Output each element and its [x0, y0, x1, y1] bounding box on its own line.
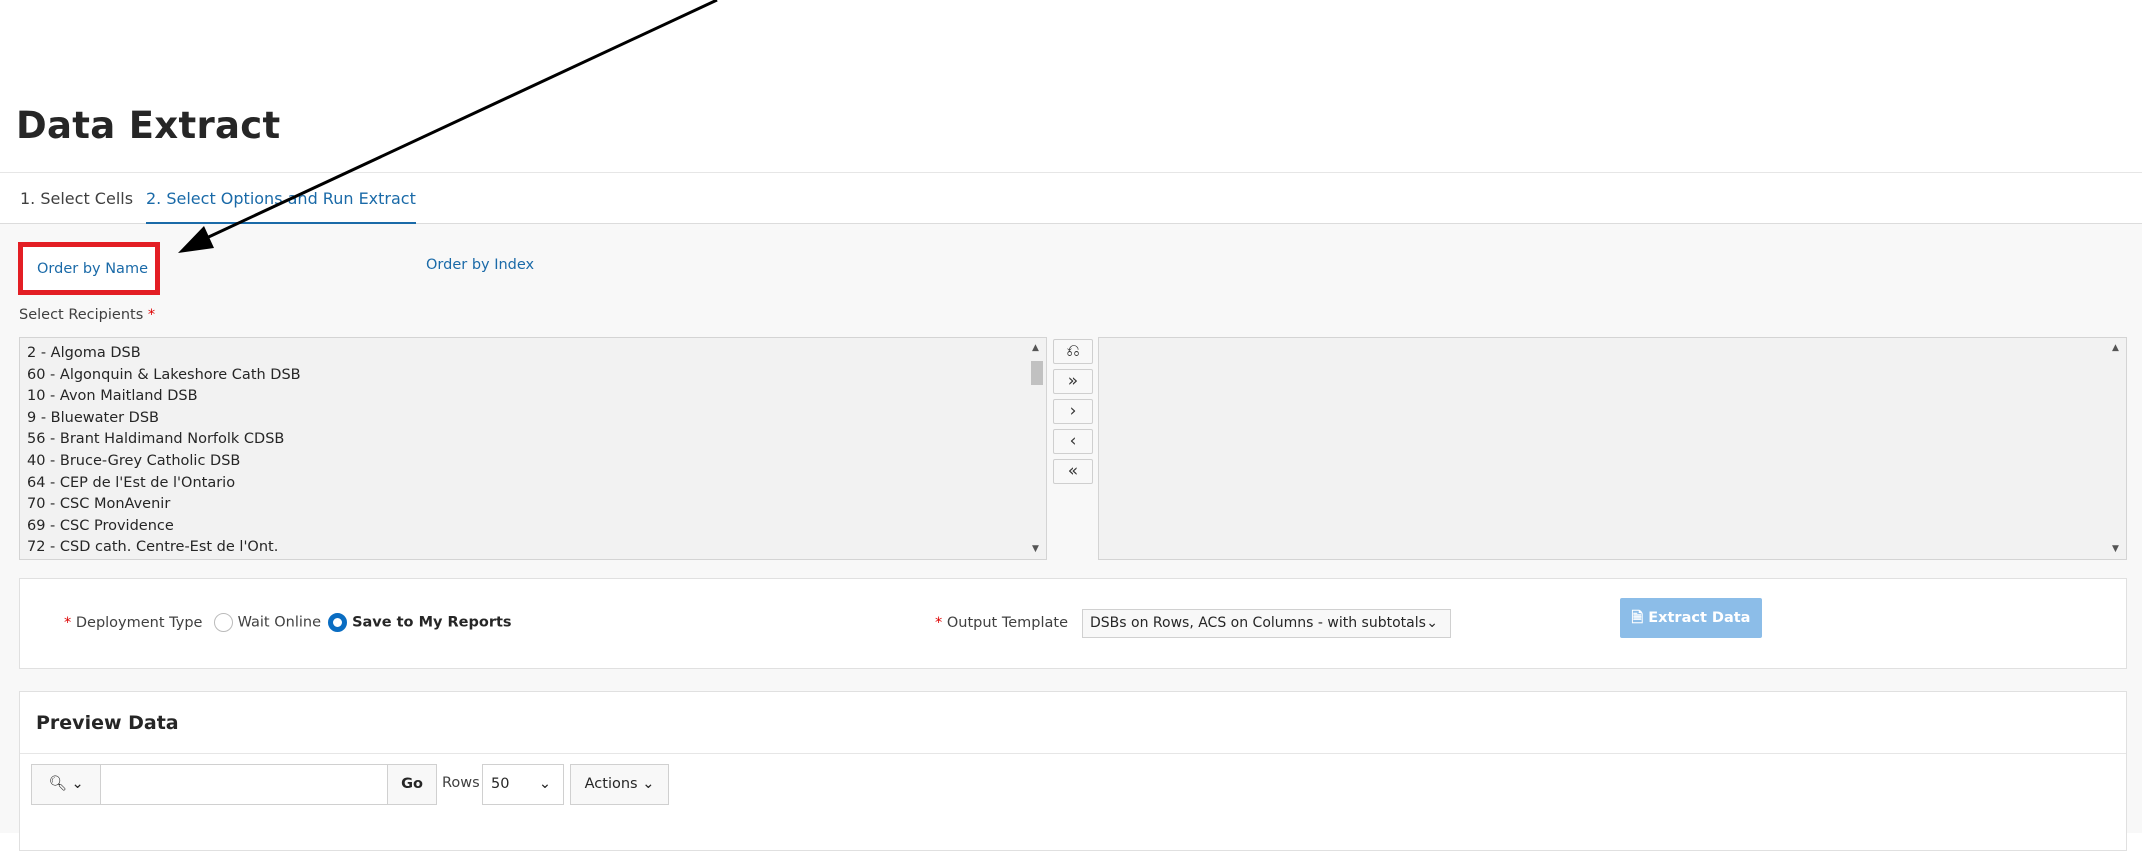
scrollbar[interactable]: ▲ ▼ [2109, 339, 2125, 558]
radio-label: Wait Online [237, 614, 321, 631]
deployment-type-text: Deployment Type [75, 615, 203, 631]
list-item[interactable]: 70 - CSC MonAvenir [27, 494, 1046, 516]
radio-label: Save to My Reports [352, 614, 512, 631]
actions-menu-button[interactable]: Actions ⌄ [570, 764, 669, 805]
radio-wait-online[interactable]: Wait Online [214, 613, 321, 632]
tab-select-cells[interactable]: 1. Select Cells [20, 189, 133, 222]
page-title: Data Extract [16, 104, 281, 147]
radio-button[interactable] [214, 613, 233, 632]
actions-label: Actions [584, 776, 638, 792]
list-item[interactable]: 56 - Brant Haldimand Norfolk CDSB [27, 429, 1046, 451]
list-item[interactable]: 64 - CEP de l'Est de l'Ontario [27, 473, 1046, 495]
search-column-button[interactable]: 🔍︎ ⌄ [31, 764, 101, 805]
rows-select[interactable]: 50 ⌄ [482, 764, 564, 805]
list-item[interactable]: 2 - Algoma DSB [27, 343, 1046, 365]
list-item[interactable]: 10 - Avon Maitland DSB [27, 386, 1046, 408]
chevron-down-icon: ⌄ [71, 776, 84, 792]
radio-save-reports[interactable]: Save to My Reports [328, 613, 512, 632]
remove-icon[interactable]: ‹ [1053, 429, 1093, 454]
list-item[interactable]: 40 - Bruce-Grey Catholic DSB [27, 451, 1046, 473]
output-template-label: * Output Template [935, 615, 1068, 631]
chevron-down-icon: ⌄ [538, 776, 551, 792]
radio-button[interactable] [328, 613, 347, 632]
move-icon[interactable]: › [1053, 399, 1093, 424]
reset-icon[interactable]: ⎌ [1053, 339, 1093, 364]
required-marker: * [147, 307, 156, 323]
highlight-box: Order by Name [18, 242, 160, 295]
selected-recipients-list[interactable]: ▲ ▼ [1098, 337, 2127, 560]
list-item[interactable]: 69 - CSC Providence [27, 516, 1046, 538]
rows-value: 50 [491, 776, 510, 792]
search-input[interactable] [100, 764, 388, 805]
chevron-down-icon: ⌄ [642, 776, 655, 792]
xls-file-icon: 🗎 [1631, 610, 1644, 626]
list-item[interactable]: 9 - Bluewater DSB [27, 408, 1046, 430]
recipients-label-text: Select Recipients [19, 307, 144, 323]
scrollbar[interactable]: ▲ ▼ [1029, 339, 1045, 558]
order-by-index-link[interactable]: Order by Index [426, 257, 534, 273]
order-by-name-link[interactable]: Order by Name [37, 261, 148, 277]
output-template-value: DSBs on Rows, ACS on Columns - with subt… [1090, 615, 1426, 631]
extract-data-button[interactable]: 🗎 Extract Data [1620, 598, 1762, 638]
chevron-down-icon: ⌄ [1426, 615, 1438, 631]
deployment-type-label: * Deployment Type [64, 615, 203, 631]
tab-select-options[interactable]: 2. Select Options and Run Extract [146, 189, 416, 224]
recipients-label: Select Recipients * [19, 307, 155, 323]
divider [20, 753, 2126, 754]
list-item[interactable]: 60 - Algonquin & Lakeshore Cath DSB [27, 365, 1046, 387]
move-all-icon[interactable]: » [1053, 369, 1093, 394]
go-button[interactable]: Go [387, 764, 437, 805]
preview-title: Preview Data [36, 712, 179, 734]
remove-all-icon[interactable]: « [1053, 459, 1093, 484]
extract-data-label: Extract Data [1648, 610, 1751, 626]
list-item[interactable]: 72 - CSD cath. Centre-Est de l'Ont. [27, 537, 1046, 559]
wizard-tabs: 1. Select Cells 2. Select Options and Ru… [0, 172, 2142, 224]
search-icon: 🔍︎ [48, 776, 67, 792]
output-template-select[interactable]: DSBs on Rows, ACS on Columns - with subt… [1082, 609, 1451, 638]
output-template-text: Output Template [946, 615, 1068, 631]
rows-label: Rows [442, 775, 480, 791]
available-recipients-list[interactable]: 2 - Algoma DSB 60 - Algonquin & Lakeshor… [19, 337, 1047, 560]
